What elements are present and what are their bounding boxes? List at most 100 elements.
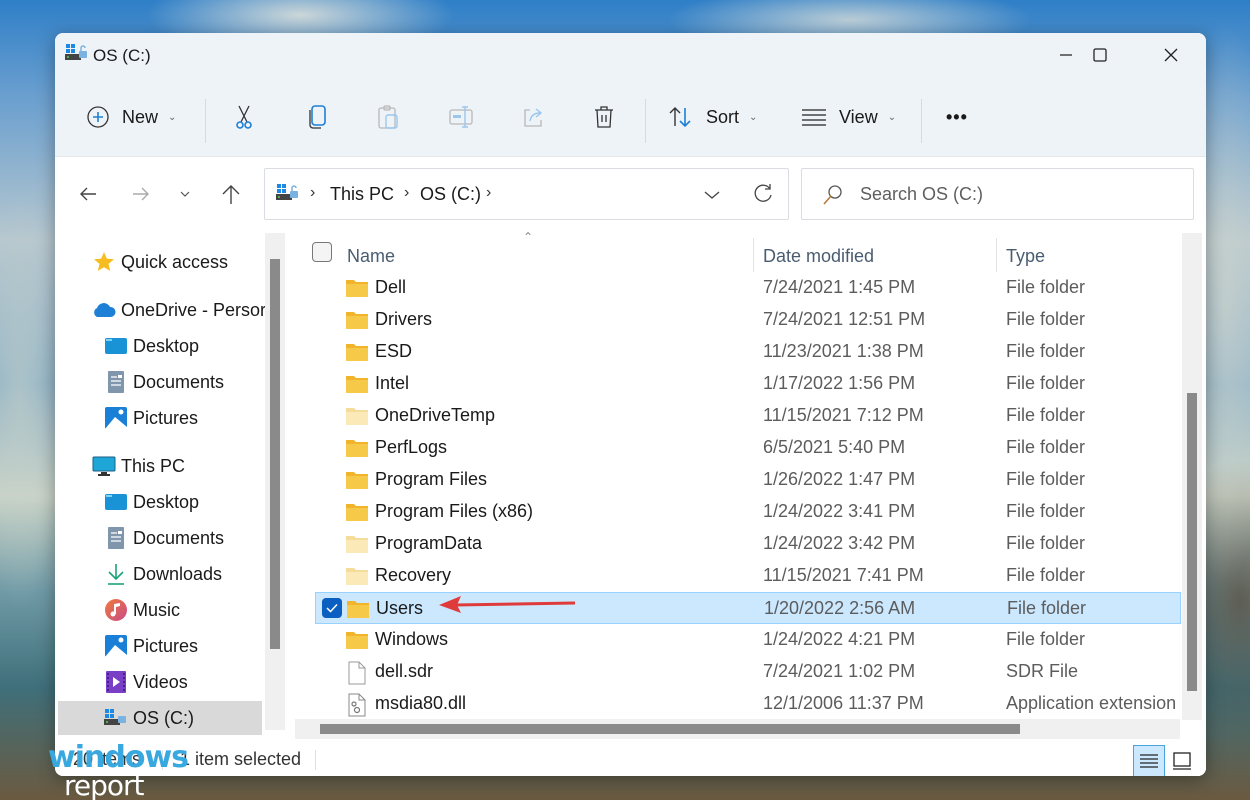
file-type: File folder bbox=[1006, 469, 1086, 489]
file-list-horizontal-scrollbar[interactable] bbox=[295, 719, 1180, 739]
copy-icon bbox=[309, 105, 326, 129]
sidebar-item-documents[interactable]: Documents bbox=[104, 521, 264, 555]
scrollbar-thumb[interactable] bbox=[320, 724, 1020, 734]
file-row[interactable]: OneDriveTemp 11/15/2021 7:12 PM File folde… bbox=[315, 400, 1181, 432]
toolbar-divider bbox=[205, 99, 206, 143]
desktop-icon bbox=[104, 334, 128, 358]
search-box[interactable] bbox=[801, 168, 1194, 220]
address-bar[interactable]: › This PC › OS (C:) › bbox=[264, 168, 789, 220]
folder-icon bbox=[346, 632, 368, 649]
file-name: ProgramData bbox=[375, 533, 483, 553]
navigation-pane-scrollbar[interactable] bbox=[265, 233, 285, 730]
sidebar-item-videos[interactable]: Videos bbox=[104, 665, 264, 699]
file-date-modified: 12/1/2006 11:37 PM bbox=[763, 693, 924, 713]
folder-icon bbox=[346, 312, 368, 329]
more-options-button[interactable]: ••• bbox=[946, 93, 968, 141]
breadcrumb-os-c[interactable]: OS (C:) bbox=[420, 184, 481, 205]
sidebar-item-onedrive-documents[interactable]: Documents bbox=[104, 365, 264, 399]
copy-button[interactable] bbox=[305, 93, 329, 141]
folder-icon bbox=[346, 504, 368, 521]
file-row[interactable]: Program Files (x86) 1/24/2022 3:41 PM File… bbox=[315, 496, 1181, 528]
breadcrumb-separator[interactable]: › bbox=[486, 184, 491, 202]
file-row[interactable]: Program Files 1/26/2022 1:47 PM File folde… bbox=[315, 464, 1181, 496]
column-header-date-modified[interactable]: Date modified bbox=[763, 240, 874, 272]
address-history-dropdown[interactable] bbox=[697, 182, 727, 208]
file-name: Intel bbox=[375, 373, 410, 393]
file-row[interactable]: Windows 1/24/2022 4:21 PM File folder bbox=[315, 624, 1181, 656]
refresh-icon bbox=[754, 184, 772, 202]
sidebar-item-quick-access[interactable]: Quick access bbox=[92, 245, 262, 279]
sidebar-item-downloads[interactable]: Downloads bbox=[104, 557, 264, 591]
column-divider[interactable] bbox=[996, 238, 997, 272]
file-row[interactable]: PerfLogs 6/5/2021 5:40 PM File folder bbox=[315, 432, 1181, 464]
status-divider bbox=[315, 750, 316, 770]
row-checkbox[interactable] bbox=[322, 598, 342, 618]
delete-button[interactable] bbox=[592, 93, 616, 141]
sidebar-item-onedrive-desktop[interactable]: Desktop bbox=[104, 329, 264, 363]
breadcrumb-separator[interactable]: › bbox=[310, 184, 315, 202]
file-row[interactable]: ProgramData 1/24/2022 3:42 PM File folder bbox=[315, 528, 1181, 560]
cut-button[interactable] bbox=[232, 93, 256, 141]
sort-ascending-icon: ⌃ bbox=[523, 230, 534, 244]
rename-button[interactable] bbox=[448, 93, 474, 141]
file-type: File folder bbox=[1006, 629, 1086, 649]
file-row[interactable]: Drivers 7/24/2021 12:51 PM File folder bbox=[315, 304, 1181, 336]
folder-icon bbox=[346, 472, 368, 489]
sidebar-item-this-pc[interactable]: This PC bbox=[92, 449, 262, 483]
file-name: dell.sdr bbox=[375, 661, 434, 681]
sidebar-item-onedrive[interactable]: OneDrive - Persor bbox=[92, 293, 267, 327]
title-bar: OS (C:) bbox=[55, 33, 1206, 77]
sidebar-item-desktop[interactable]: Desktop bbox=[104, 485, 264, 519]
file-type: File folder bbox=[1006, 501, 1086, 521]
column-header-name[interactable]: Name bbox=[347, 240, 395, 272]
refresh-button[interactable] bbox=[748, 179, 778, 209]
details-view-button[interactable] bbox=[1133, 745, 1165, 776]
large-icons-view-button[interactable] bbox=[1166, 745, 1198, 776]
column-divider[interactable] bbox=[753, 238, 754, 272]
file-date-modified: 7/24/2021 12:51 PM bbox=[763, 309, 926, 329]
file-row[interactable]: Users 1/20/2022 2:56 AM File folder bbox=[315, 592, 1181, 624]
file-list-vertical-scrollbar[interactable] bbox=[1182, 233, 1202, 720]
back-button[interactable] bbox=[70, 176, 106, 212]
drive-icon bbox=[276, 184, 298, 200]
scrollbar-thumb[interactable] bbox=[1187, 393, 1197, 691]
desktop-icon bbox=[104, 490, 128, 514]
file-row[interactable]: Intel 1/17/2022 1:56 PM File folder bbox=[315, 368, 1181, 400]
sidebar-item-onedrive-pictures[interactable]: Pictures bbox=[104, 401, 264, 435]
paste-button[interactable] bbox=[376, 93, 400, 141]
file-row[interactable]: Recovery 11/15/2021 7:41 PM File folder bbox=[315, 560, 1181, 592]
file-row[interactable]: msdia80.dll 12/1/2006 11:37 PM Application… bbox=[315, 688, 1181, 720]
share-button[interactable] bbox=[521, 93, 545, 141]
up-button[interactable] bbox=[213, 176, 249, 212]
forward-button[interactable] bbox=[123, 176, 159, 212]
select-all-checkbox[interactable] bbox=[312, 242, 332, 262]
file-explorer-window: OS (C:) New ⌄ Sort ⌄ View ⌄ ••• › This P… bbox=[55, 33, 1206, 776]
sidebar-item-os-c[interactable]: OS (C:) bbox=[58, 701, 262, 735]
file-icon bbox=[348, 661, 366, 685]
scrollbar-thumb[interactable] bbox=[270, 259, 280, 649]
new-button[interactable]: New ⌄ bbox=[86, 93, 176, 141]
maximize-button[interactable] bbox=[1065, 33, 1135, 77]
file-row[interactable]: dell.sdr 7/24/2021 1:02 PM SDR File bbox=[315, 656, 1181, 688]
recent-locations-button[interactable] bbox=[167, 176, 203, 212]
navigation-bar: › This PC › OS (C:) › bbox=[55, 158, 1206, 230]
file-date-modified: 1/24/2022 3:42 PM bbox=[763, 533, 916, 553]
folder-icon bbox=[347, 601, 369, 618]
view-button[interactable]: View ⌄ bbox=[801, 93, 896, 141]
documents-icon bbox=[104, 526, 128, 550]
sidebar-item-pictures[interactable]: Pictures bbox=[104, 629, 264, 663]
column-header-type[interactable]: Type bbox=[1006, 240, 1045, 272]
sort-button[interactable]: Sort ⌄ bbox=[668, 93, 757, 141]
search-input[interactable] bbox=[860, 181, 1180, 207]
sidebar-item-label: Pictures bbox=[133, 635, 199, 656]
file-type: File folder bbox=[1007, 598, 1087, 618]
file-date-modified: 11/23/2021 1:38 PM bbox=[763, 341, 924, 361]
chevron-down-icon: ⌄ bbox=[168, 111, 177, 123]
breadcrumb-separator[interactable]: › bbox=[404, 184, 409, 202]
sidebar-item-music[interactable]: Music bbox=[104, 593, 264, 627]
file-row[interactable]: ESD 11/23/2021 1:38 PM File folder bbox=[315, 336, 1181, 368]
close-button[interactable] bbox=[1136, 33, 1206, 77]
breadcrumb-this-pc[interactable]: This PC bbox=[330, 184, 394, 205]
new-label: New bbox=[122, 106, 159, 127]
file-row[interactable]: Dell 7/24/2021 1:45 PM File folder bbox=[315, 272, 1181, 304]
